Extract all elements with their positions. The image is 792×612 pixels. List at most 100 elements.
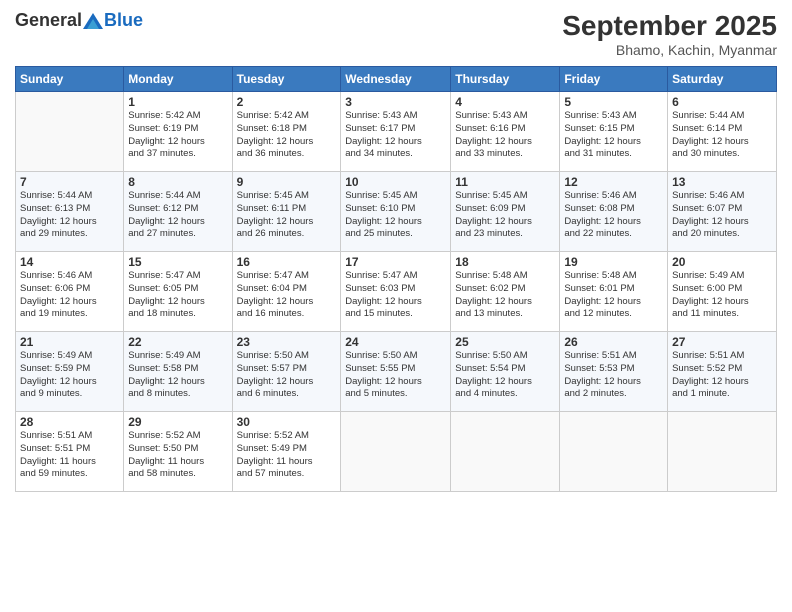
title-block: September 2025 Bhamo, Kachin, Myanmar <box>562 10 777 58</box>
calendar-cell: 1Sunrise: 5:42 AM Sunset: 6:19 PM Daylig… <box>124 92 232 172</box>
day-number: 15 <box>128 255 227 269</box>
location: Bhamo, Kachin, Myanmar <box>562 42 777 58</box>
calendar-cell: 15Sunrise: 5:47 AM Sunset: 6:05 PM Dayli… <box>124 252 232 332</box>
calendar-cell: 24Sunrise: 5:50 AM Sunset: 5:55 PM Dayli… <box>341 332 451 412</box>
month-title: September 2025 <box>562 10 777 42</box>
day-info: Sunrise: 5:43 AM Sunset: 6:16 PM Dayligh… <box>455 110 555 161</box>
logo-icon <box>83 13 103 29</box>
day-number: 1 <box>128 95 227 109</box>
day-number: 3 <box>345 95 446 109</box>
day-number: 22 <box>128 335 227 349</box>
week-row-5: 28Sunrise: 5:51 AM Sunset: 5:51 PM Dayli… <box>16 412 777 492</box>
calendar-cell <box>341 412 451 492</box>
calendar-cell: 13Sunrise: 5:46 AM Sunset: 6:07 PM Dayli… <box>668 172 777 252</box>
day-number: 19 <box>564 255 663 269</box>
week-row-3: 14Sunrise: 5:46 AM Sunset: 6:06 PM Dayli… <box>16 252 777 332</box>
day-info: Sunrise: 5:52 AM Sunset: 5:50 PM Dayligh… <box>128 430 227 481</box>
calendar-cell: 3Sunrise: 5:43 AM Sunset: 6:17 PM Daylig… <box>341 92 451 172</box>
week-row-1: 1Sunrise: 5:42 AM Sunset: 6:19 PM Daylig… <box>16 92 777 172</box>
day-number: 10 <box>345 175 446 189</box>
day-info: Sunrise: 5:46 AM Sunset: 6:06 PM Dayligh… <box>20 270 119 321</box>
day-number: 4 <box>455 95 555 109</box>
day-info: Sunrise: 5:42 AM Sunset: 6:19 PM Dayligh… <box>128 110 227 161</box>
calendar-cell: 25Sunrise: 5:50 AM Sunset: 5:54 PM Dayli… <box>451 332 560 412</box>
day-number: 16 <box>237 255 337 269</box>
calendar-cell: 26Sunrise: 5:51 AM Sunset: 5:53 PM Dayli… <box>560 332 668 412</box>
day-number: 5 <box>564 95 663 109</box>
calendar-cell <box>668 412 777 492</box>
calendar-cell: 7Sunrise: 5:44 AM Sunset: 6:13 PM Daylig… <box>16 172 124 252</box>
day-info: Sunrise: 5:44 AM Sunset: 6:13 PM Dayligh… <box>20 190 119 241</box>
calendar-cell: 17Sunrise: 5:47 AM Sunset: 6:03 PM Dayli… <box>341 252 451 332</box>
col-header-monday: Monday <box>124 67 232 92</box>
day-number: 21 <box>20 335 119 349</box>
calendar-cell: 20Sunrise: 5:49 AM Sunset: 6:00 PM Dayli… <box>668 252 777 332</box>
day-info: Sunrise: 5:44 AM Sunset: 6:14 PM Dayligh… <box>672 110 772 161</box>
day-info: Sunrise: 5:45 AM Sunset: 6:10 PM Dayligh… <box>345 190 446 241</box>
day-info: Sunrise: 5:50 AM Sunset: 5:55 PM Dayligh… <box>345 350 446 401</box>
calendar-cell: 6Sunrise: 5:44 AM Sunset: 6:14 PM Daylig… <box>668 92 777 172</box>
day-info: Sunrise: 5:47 AM Sunset: 6:03 PM Dayligh… <box>345 270 446 321</box>
calendar-cell: 22Sunrise: 5:49 AM Sunset: 5:58 PM Dayli… <box>124 332 232 412</box>
day-number: 26 <box>564 335 663 349</box>
col-header-sunday: Sunday <box>16 67 124 92</box>
day-info: Sunrise: 5:45 AM Sunset: 6:11 PM Dayligh… <box>237 190 337 241</box>
day-info: Sunrise: 5:51 AM Sunset: 5:53 PM Dayligh… <box>564 350 663 401</box>
day-info: Sunrise: 5:45 AM Sunset: 6:09 PM Dayligh… <box>455 190 555 241</box>
day-number: 11 <box>455 175 555 189</box>
logo-general-text: General <box>15 10 82 31</box>
day-info: Sunrise: 5:46 AM Sunset: 6:07 PM Dayligh… <box>672 190 772 241</box>
col-header-thursday: Thursday <box>451 67 560 92</box>
calendar-cell: 23Sunrise: 5:50 AM Sunset: 5:57 PM Dayli… <box>232 332 341 412</box>
calendar-cell: 16Sunrise: 5:47 AM Sunset: 6:04 PM Dayli… <box>232 252 341 332</box>
day-info: Sunrise: 5:50 AM Sunset: 5:54 PM Dayligh… <box>455 350 555 401</box>
calendar-cell: 9Sunrise: 5:45 AM Sunset: 6:11 PM Daylig… <box>232 172 341 252</box>
calendar-cell: 29Sunrise: 5:52 AM Sunset: 5:50 PM Dayli… <box>124 412 232 492</box>
calendar-table: SundayMondayTuesdayWednesdayThursdayFrid… <box>15 66 777 492</box>
day-number: 2 <box>237 95 337 109</box>
col-header-saturday: Saturday <box>668 67 777 92</box>
calendar-cell <box>560 412 668 492</box>
day-info: Sunrise: 5:51 AM Sunset: 5:52 PM Dayligh… <box>672 350 772 401</box>
day-info: Sunrise: 5:47 AM Sunset: 6:05 PM Dayligh… <box>128 270 227 321</box>
logo: General Blue <box>15 10 143 31</box>
day-info: Sunrise: 5:48 AM Sunset: 6:01 PM Dayligh… <box>564 270 663 321</box>
calendar-cell: 2Sunrise: 5:42 AM Sunset: 6:18 PM Daylig… <box>232 92 341 172</box>
day-info: Sunrise: 5:49 AM Sunset: 5:59 PM Dayligh… <box>20 350 119 401</box>
day-info: Sunrise: 5:44 AM Sunset: 6:12 PM Dayligh… <box>128 190 227 241</box>
day-info: Sunrise: 5:49 AM Sunset: 6:00 PM Dayligh… <box>672 270 772 321</box>
calendar-cell: 14Sunrise: 5:46 AM Sunset: 6:06 PM Dayli… <box>16 252 124 332</box>
calendar-cell <box>16 92 124 172</box>
day-number: 28 <box>20 415 119 429</box>
week-row-2: 7Sunrise: 5:44 AM Sunset: 6:13 PM Daylig… <box>16 172 777 252</box>
day-number: 18 <box>455 255 555 269</box>
day-info: Sunrise: 5:51 AM Sunset: 5:51 PM Dayligh… <box>20 430 119 481</box>
col-header-wednesday: Wednesday <box>341 67 451 92</box>
day-number: 13 <box>672 175 772 189</box>
calendar-cell: 4Sunrise: 5:43 AM Sunset: 6:16 PM Daylig… <box>451 92 560 172</box>
day-info: Sunrise: 5:48 AM Sunset: 6:02 PM Dayligh… <box>455 270 555 321</box>
day-number: 7 <box>20 175 119 189</box>
week-row-4: 21Sunrise: 5:49 AM Sunset: 5:59 PM Dayli… <box>16 332 777 412</box>
day-number: 29 <box>128 415 227 429</box>
header: General Blue September 2025 Bhamo, Kachi… <box>15 10 777 58</box>
day-info: Sunrise: 5:43 AM Sunset: 6:17 PM Dayligh… <box>345 110 446 161</box>
day-info: Sunrise: 5:46 AM Sunset: 6:08 PM Dayligh… <box>564 190 663 241</box>
day-info: Sunrise: 5:42 AM Sunset: 6:18 PM Dayligh… <box>237 110 337 161</box>
calendar-cell: 12Sunrise: 5:46 AM Sunset: 6:08 PM Dayli… <box>560 172 668 252</box>
calendar-cell: 5Sunrise: 5:43 AM Sunset: 6:15 PM Daylig… <box>560 92 668 172</box>
calendar-cell: 30Sunrise: 5:52 AM Sunset: 5:49 PM Dayli… <box>232 412 341 492</box>
day-info: Sunrise: 5:52 AM Sunset: 5:49 PM Dayligh… <box>237 430 337 481</box>
day-number: 25 <box>455 335 555 349</box>
day-number: 20 <box>672 255 772 269</box>
col-header-tuesday: Tuesday <box>232 67 341 92</box>
calendar-cell: 19Sunrise: 5:48 AM Sunset: 6:01 PM Dayli… <box>560 252 668 332</box>
day-number: 6 <box>672 95 772 109</box>
day-number: 14 <box>20 255 119 269</box>
day-number: 12 <box>564 175 663 189</box>
day-number: 24 <box>345 335 446 349</box>
day-number: 17 <box>345 255 446 269</box>
logo-blue-text: Blue <box>104 10 143 31</box>
calendar-cell: 10Sunrise: 5:45 AM Sunset: 6:10 PM Dayli… <box>341 172 451 252</box>
calendar-cell: 28Sunrise: 5:51 AM Sunset: 5:51 PM Dayli… <box>16 412 124 492</box>
